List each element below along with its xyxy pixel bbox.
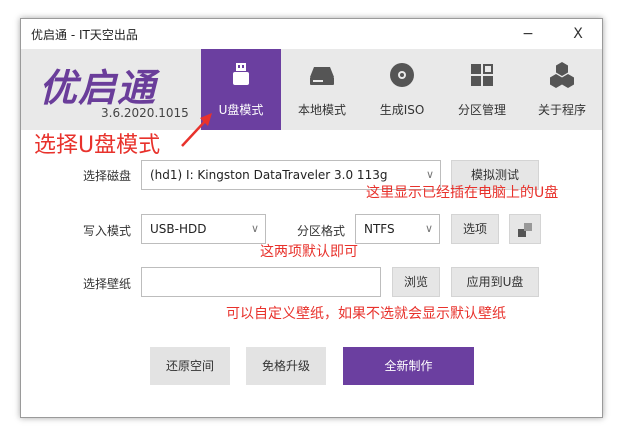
hard-disk-icon bbox=[310, 67, 334, 85]
app-window: 优启通 - IT天空出品 − X 优启通 3.6.2020.1015 U盘模式 … bbox=[20, 18, 603, 418]
disc-icon bbox=[390, 63, 414, 87]
annotation-defaults-note: 这两项默认即可 bbox=[260, 244, 358, 260]
wallpaper-input[interactable] bbox=[141, 267, 381, 297]
tab-generate-iso[interactable]: 生成ISO bbox=[362, 49, 442, 130]
minimize-button[interactable]: − bbox=[513, 23, 543, 45]
annotation-disk-note: 这里显示已经插在电脑上的U盘 bbox=[366, 185, 559, 201]
version-label: 3.6.2020.1015 bbox=[101, 106, 189, 120]
upgrade-without-format-button[interactable]: 免格升级 bbox=[246, 347, 326, 385]
settings-square-button[interactable] bbox=[509, 214, 541, 244]
usb-drive-icon bbox=[233, 63, 249, 85]
close-button[interactable]: X bbox=[563, 23, 593, 45]
restore-space-button[interactable]: 还原空间 bbox=[150, 347, 230, 385]
browse-button[interactable]: 浏览 bbox=[392, 267, 440, 297]
partition-format-label: 分区格式 bbox=[297, 224, 346, 238]
tab-label: 本地模式 bbox=[297, 103, 346, 117]
apply-to-usb-button[interactable]: 应用到U盘 bbox=[451, 267, 539, 297]
write-mode-value: USB-HDD bbox=[150, 222, 207, 236]
write-mode-select[interactable]: USB-HDD ∨ bbox=[141, 214, 266, 244]
tab-about[interactable]: 关于程序 bbox=[522, 49, 602, 130]
tile-icon bbox=[518, 223, 532, 237]
create-new-button[interactable]: 全新制作 bbox=[343, 347, 474, 385]
hexagon-cluster-icon bbox=[550, 62, 574, 88]
chevron-down-icon: ∨ bbox=[424, 222, 433, 235]
partition-grid-icon bbox=[471, 64, 493, 86]
annotation-select-mode: 选择U盘模式 bbox=[34, 133, 161, 158]
title-bar: 优启通 - IT天空出品 − X bbox=[21, 19, 602, 49]
disk-value: (hd1) I: Kingston DataTraveler 3.0 113g bbox=[150, 168, 388, 182]
partition-format-select[interactable]: NTFS ∨ bbox=[355, 214, 440, 244]
write-mode-label: 写入模式 bbox=[83, 224, 132, 238]
tab-label: 分区管理 bbox=[457, 103, 506, 117]
annotation-wallpaper-note: 可以自定义壁纸，如果不选就会显示默认壁纸 bbox=[226, 306, 506, 322]
options-button[interactable]: 选项 bbox=[451, 214, 499, 244]
tab-label: 生成ISO bbox=[379, 103, 425, 117]
disk-label: 选择磁盘 bbox=[83, 169, 132, 183]
header: 优启通 3.6.2020.1015 U盘模式 本地模式 生成ISO 分区管理 关… bbox=[21, 49, 602, 130]
tab-partition-manager[interactable]: 分区管理 bbox=[442, 49, 522, 130]
tab-label: 关于程序 bbox=[537, 103, 586, 117]
chevron-down-icon: ∨ bbox=[250, 222, 259, 235]
annotation-arrow-icon bbox=[181, 113, 212, 147]
partition-format-value: NTFS bbox=[364, 222, 395, 236]
tab-local-mode[interactable]: 本地模式 bbox=[282, 49, 362, 130]
app-logo: 优启通 bbox=[39, 66, 157, 110]
wallpaper-label: 选择壁纸 bbox=[83, 277, 132, 291]
window-title: 优启通 - IT天空出品 bbox=[31, 28, 138, 42]
